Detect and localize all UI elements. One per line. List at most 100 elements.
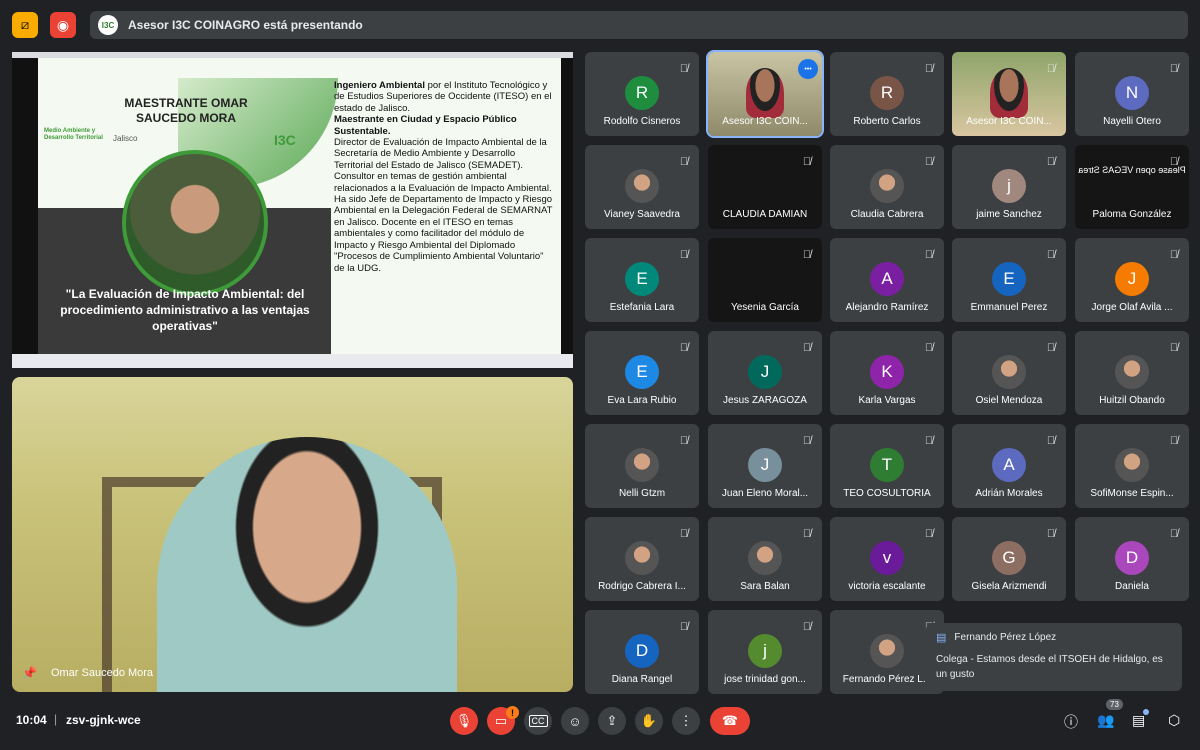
- participant-tile[interactable]: 🎙̸ Osiel Mendoza: [952, 331, 1066, 415]
- chat-sender-row: ▤ Fernando Pérez López: [936, 631, 1172, 644]
- mic-off-icon: 🎙̸: [679, 249, 689, 261]
- chat-button-icon[interactable]: ▤: [1132, 712, 1145, 729]
- avatar: R: [870, 76, 904, 110]
- reactions-button[interactable]: ☺: [561, 707, 589, 735]
- participant-tile[interactable]: Please open VEGAS Strea 🎙̸ Paloma González: [1075, 145, 1189, 229]
- chat-notification[interactable]: ▤ Fernando Pérez López Colega - Estamos …: [926, 623, 1182, 691]
- mic-toggle-button[interactable]: 🎙: [450, 707, 478, 735]
- participant-tile[interactable]: R 🎙̸ Rodolfo Cisneros: [585, 52, 699, 136]
- raise-alert-button[interactable]: ⧄: [12, 12, 38, 38]
- participant-name: SofiMonse Espin...: [1090, 488, 1174, 499]
- hand-icon: ✋: [640, 713, 658, 728]
- participant-name: Daniela: [1115, 581, 1149, 592]
- camera-feed: [990, 68, 1028, 118]
- camera-off-icon: ▭: [494, 713, 508, 728]
- avatar-photo: [748, 541, 782, 575]
- participant-tile[interactable]: 🎙̸ Claudia Cabrera: [830, 145, 944, 229]
- speaker-video[interactable]: 📌 Omar Saucedo Mora: [12, 377, 573, 692]
- participant-name: Asesor I3C COIN...: [966, 116, 1052, 127]
- participant-tile[interactable]: 🎙̸ Nelli Gtzm: [585, 424, 699, 508]
- participant-tile[interactable]: 🎙̸ CLAUDIA DAMIAN: [708, 145, 822, 229]
- record-button[interactable]: ◉: [50, 12, 76, 38]
- participant-tile[interactable]: 🎙̸ Yesenia García: [708, 238, 822, 322]
- present-icon: ⇪: [606, 713, 618, 728]
- mic-off-icon: 🎙̸: [802, 528, 812, 540]
- mic-off-icon: 🎙̸: [802, 342, 812, 354]
- present-button[interactable]: ⇪: [598, 707, 626, 735]
- presentation-banner: I3C Asesor I3C COINAGRO está presentando: [90, 11, 1188, 39]
- participant-tile[interactable]: 🎙̸ Asesor I3C COIN...: [952, 52, 1066, 136]
- speaker-label: 📌 Omar Saucedo Mora: [22, 666, 153, 680]
- hang-up-icon: ☎: [721, 713, 739, 728]
- mic-off-icon: 🎙̸: [802, 249, 812, 261]
- avatar: E: [992, 262, 1026, 296]
- participant-tile[interactable]: j 🎙̸ jose trinidad gon...: [708, 610, 822, 694]
- people-icon[interactable]: 👥: [1097, 712, 1114, 729]
- participant-tile[interactable]: G 🎙̸ Gisela Arizmendi: [952, 517, 1066, 601]
- avatar: j: [748, 634, 782, 668]
- mic-off-icon: 🎙̸: [679, 435, 689, 447]
- participant-name: Asesor I3C COIN...: [722, 116, 808, 127]
- mic-off-icon: 🎙̸: [1046, 435, 1056, 447]
- mic-off-icon: 🎙̸: [924, 528, 934, 540]
- participant-tile[interactable]: J 🎙̸ Jorge Olaf Avila ...: [1075, 238, 1189, 322]
- participant-tile[interactable]: A 🎙̸ Alejandro Ramírez: [830, 238, 944, 322]
- avatar: T: [870, 448, 904, 482]
- participant-name: jose trinidad gon...: [724, 674, 806, 685]
- participant-tile[interactable]: 🎙̸ SofiMonse Espin...: [1075, 424, 1189, 508]
- avatar: D: [1115, 541, 1149, 575]
- speaker-figure: [157, 437, 457, 692]
- participant-tile[interactable]: 🎙̸ Huitzil Obando: [1075, 331, 1189, 415]
- participant-tile[interactable]: E 🎙̸ Eva Lara Rubio: [585, 331, 699, 415]
- raise-hand-button[interactable]: ✋: [635, 707, 663, 735]
- mic-off-icon: 🎙̸: [1169, 435, 1179, 447]
- participant-tile[interactable]: J 🎙̸ Jesus ZARAGOZA: [708, 331, 822, 415]
- participant-tile[interactable]: 🎙̸ Rodrigo Cabrera I...: [585, 517, 699, 601]
- participant-tile[interactable]: N 🎙̸ Nayelli Otero: [1075, 52, 1189, 136]
- captions-icon: CC: [528, 715, 548, 727]
- more-options-button[interactable]: ⋮: [672, 707, 700, 735]
- windows-taskbar: [12, 354, 573, 368]
- participant-name: Emmanuel Perez: [970, 302, 1048, 313]
- participant-tile[interactable]: T 🎙̸ TEO COSULTORIA: [830, 424, 944, 508]
- participant-tile[interactable]: R 🎙̸ Roberto Carlos: [830, 52, 944, 136]
- mic-off-icon: 🎙̸: [924, 249, 934, 261]
- divider: |: [54, 712, 58, 726]
- participant-name: Rodolfo Cisneros: [603, 116, 681, 127]
- mic-off-icon: 🎙̸: [1169, 249, 1179, 261]
- participant-name: Nelli Gtzm: [618, 488, 666, 499]
- mic-off-icon: 🎙̸: [1046, 342, 1056, 354]
- info-icon[interactable]: ⓘ: [1064, 712, 1078, 732]
- speaker-name: Omar Saucedo Mora: [50, 667, 154, 679]
- bio-consultant: Consultor en temas de gestión ambiental …: [334, 171, 552, 194]
- slide-left-bar: [12, 58, 38, 354]
- participant-name: Sara Balan: [740, 581, 790, 592]
- participant-tile[interactable]: K 🎙̸ Karla Vargas: [830, 331, 944, 415]
- participant-tile[interactable]: 🎙̸ Vianey Saavedra: [585, 145, 699, 229]
- participant-tile[interactable]: 🎙̸ Sara Balan: [708, 517, 822, 601]
- avatar: J: [748, 355, 782, 389]
- participant-tile[interactable]: E 🎙̸ Emmanuel Perez: [952, 238, 1066, 322]
- mic-off-icon: 🎙̸: [679, 621, 689, 633]
- activities-icon[interactable]: ⬡: [1168, 712, 1180, 729]
- participant-tile[interactable]: E 🎙̸ Estefania Lara: [585, 238, 699, 322]
- mic-off-icon: 🎙̸: [1046, 249, 1056, 261]
- participant-tile[interactable]: j 🎙̸ jaime Sanchez: [952, 145, 1066, 229]
- participant-name: Gisela Arizmendi: [971, 581, 1047, 592]
- participant-tile[interactable]: ••• Asesor I3C COIN...: [706, 50, 824, 138]
- participant-name: Eva Lara Rubio: [607, 395, 677, 406]
- participant-tile[interactable]: v 🎙̸ victoria escalante: [830, 517, 944, 601]
- participant-tile[interactable]: A 🎙̸ Adrián Morales: [952, 424, 1066, 508]
- pin-icon[interactable]: 📌: [22, 666, 37, 680]
- captions-button[interactable]: CC: [524, 707, 552, 735]
- participant-name: Nayelli Otero: [1103, 116, 1161, 127]
- tile-options-icon[interactable]: •••: [798, 59, 818, 79]
- mic-off-icon: 🎙̸: [1169, 342, 1179, 354]
- participant-tile[interactable]: J 🎙̸ Juan Eleno Moral...: [708, 424, 822, 508]
- participant-tile[interactable]: D 🎙̸ Daniela: [1075, 517, 1189, 601]
- leave-call-button[interactable]: ☎: [710, 707, 750, 735]
- avatar: N: [1115, 76, 1149, 110]
- mic-off-icon: 🎙̸: [1169, 63, 1179, 75]
- participant-tile[interactable]: D 🎙̸ Diana Rangel: [585, 610, 699, 694]
- participant-name: Yesenia García: [730, 302, 799, 313]
